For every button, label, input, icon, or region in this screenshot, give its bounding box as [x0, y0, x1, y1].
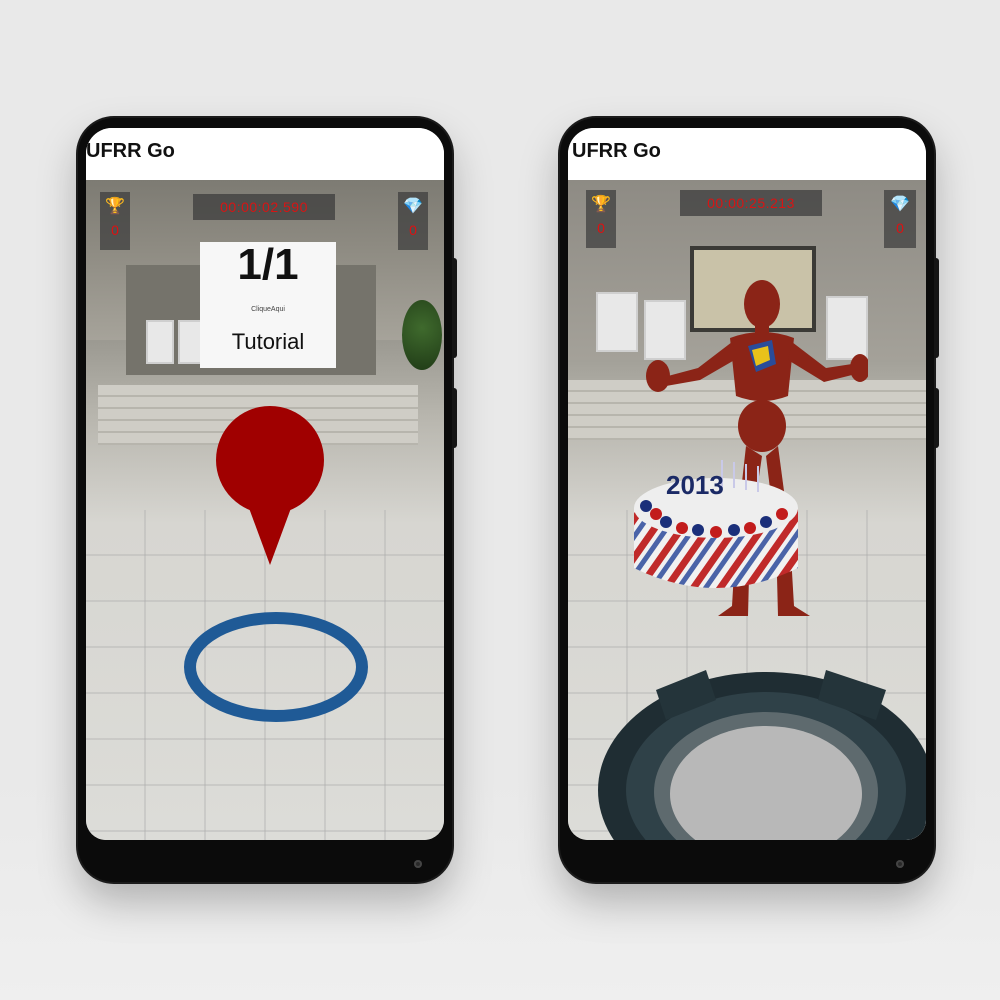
screen-right: UFRR Go 🏆 0 00:00:25.213 💎 0 2013 — [568, 128, 926, 840]
app-bar: UFRR Go — [86, 128, 444, 180]
location-pin-icon[interactable] — [214, 405, 326, 565]
diamond-icon: 💎 — [403, 198, 423, 215]
portal-pad[interactable] — [596, 650, 926, 840]
poster — [146, 320, 174, 364]
plant — [402, 300, 442, 370]
ar-camera-view[interactable]: 🏆 0 00:00:25.213 💎 0 2013 — [568, 180, 926, 840]
volume-button — [452, 388, 457, 448]
diamond-counter: 💎 0 — [398, 192, 428, 250]
screen-left: UFRR Go 🏆 0 00:00:02.590 💎 0 1/1 CliqueA… — [86, 128, 444, 840]
panel-hint: CliqueAqui — [251, 306, 285, 313]
phone-right: UFRR Go 🏆 0 00:00:25.213 💎 0 2013 — [560, 118, 939, 882]
diamond-counter: 💎 0 — [884, 190, 916, 248]
target-ring-icon[interactable] — [182, 610, 370, 724]
trophy-icon: 🏆 — [105, 198, 125, 215]
power-button — [452, 258, 457, 358]
app-title: UFRR Go — [86, 140, 175, 162]
panel-label: Tutorial — [231, 329, 305, 354]
trophy-count: 0 — [111, 222, 119, 238]
tutorial-panel[interactable]: 1/1 CliqueAqui Tutorial — [200, 242, 336, 368]
volume-button — [934, 388, 939, 448]
trophy-counter: 🏆 0 — [100, 192, 130, 250]
trophy-count: 0 — [597, 220, 605, 236]
ar-camera-view[interactable]: 🏆 0 00:00:02.590 💎 0 1/1 CliqueAqui Tuto… — [86, 180, 444, 840]
birthday-cake[interactable]: 2013 — [626, 448, 806, 598]
trophy-counter: 🏆 0 — [586, 190, 616, 248]
diamond-icon: 💎 — [890, 196, 910, 213]
timer: 00:00:25.213 — [680, 190, 822, 216]
poster — [596, 292, 638, 352]
trophy-icon: 🏆 — [591, 196, 611, 213]
power-button — [934, 258, 939, 358]
diamond-count: 0 — [896, 220, 904, 236]
diamond-count: 0 — [409, 222, 417, 238]
cake-topper-text: 2013 — [666, 470, 724, 500]
phone-left: UFRR Go 🏆 0 00:00:02.590 💎 0 1/1 CliqueA… — [78, 118, 457, 882]
timer: 00:00:02.590 — [193, 194, 335, 220]
app-title: UFRR Go — [572, 140, 661, 162]
camera-dot — [896, 860, 904, 868]
camera-dot — [414, 860, 422, 868]
panel-count: 1/1 — [237, 240, 299, 289]
app-bar: UFRR Go — [568, 128, 926, 180]
